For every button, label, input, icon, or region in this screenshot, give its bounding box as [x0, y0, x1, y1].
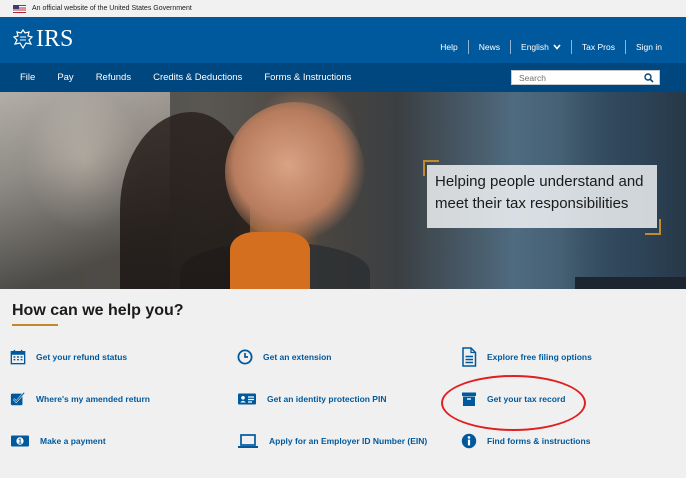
nav-item-pay[interactable]: Pay: [57, 72, 73, 83]
extension-link[interactable]: Get an extension: [237, 349, 332, 365]
callout-box: Helping people understand and meet their…: [427, 165, 657, 228]
main-nav: File Pay Refunds Credits & Deductions Fo…: [0, 63, 686, 92]
search-button[interactable]: [641, 71, 657, 84]
calendar-icon: [10, 349, 26, 365]
us-flag-icon: [13, 4, 26, 13]
hero-headline-line-1: Helping people understand and: [435, 173, 644, 190]
help-section-title: How can we help you?: [12, 302, 184, 319]
gov-banner: An official website of the United States…: [0, 0, 686, 17]
document-icon: [461, 347, 477, 367]
hero-headline-line-2: meet their tax responsibilities: [435, 195, 629, 212]
site-header: IRS Help News English Tax Pros Sign in: [0, 17, 686, 63]
news-link[interactable]: News: [467, 40, 510, 54]
identity-pin-link[interactable]: Get an identity protection PIN: [237, 391, 386, 407]
logo-text: IRS: [36, 26, 74, 52]
chevron-down-icon: [553, 44, 561, 50]
irs-logo[interactable]: IRS: [12, 27, 73, 51]
help-link[interactable]: Help: [430, 40, 467, 54]
callout-bracket: [645, 219, 661, 235]
language-label: English: [521, 42, 549, 52]
language-selector[interactable]: English: [510, 40, 571, 54]
laptop-icon: [237, 433, 259, 449]
nav-item-credits-deductions[interactable]: Credits & Deductions: [153, 72, 242, 83]
search-input[interactable]: [512, 71, 640, 84]
eagle-logo-icon: [12, 28, 34, 50]
checkbox-icon: [10, 391, 26, 407]
id-card-icon: [237, 391, 257, 407]
refund-status-link[interactable]: Get your refund status: [10, 349, 127, 365]
nav-item-file[interactable]: File: [20, 72, 35, 83]
gov-banner-text: An official website of the United States…: [32, 5, 192, 12]
make-payment-link[interactable]: 1 Make a payment: [10, 433, 106, 449]
sign-in-link[interactable]: Sign in: [625, 40, 672, 54]
free-filing-link[interactable]: Explore free filing options: [461, 347, 592, 367]
amended-return-link[interactable]: Where's my amended return: [10, 391, 150, 407]
hero-callout: Helping people understand and meet their…: [423, 160, 661, 235]
money-bill-icon: 1: [10, 433, 30, 449]
search-box: [511, 70, 660, 85]
nav-item-forms-instructions[interactable]: Forms & Instructions: [264, 72, 351, 83]
forms-instructions-link[interactable]: Find forms & instructions: [461, 433, 590, 449]
svg-text:1: 1: [18, 439, 22, 446]
highlight-circle: [441, 375, 586, 431]
tax-pros-link[interactable]: Tax Pros: [570, 40, 625, 54]
employer-id-link[interactable]: Apply for an Employer ID Number (EIN): [237, 433, 427, 449]
search-icon: [644, 72, 654, 83]
clock-icon: [237, 349, 253, 365]
utility-nav: Help News English Tax Pros Sign in: [430, 40, 672, 54]
nav-item-refunds[interactable]: Refunds: [96, 72, 131, 83]
title-underline: [12, 324, 58, 326]
info-icon: [461, 433, 477, 449]
